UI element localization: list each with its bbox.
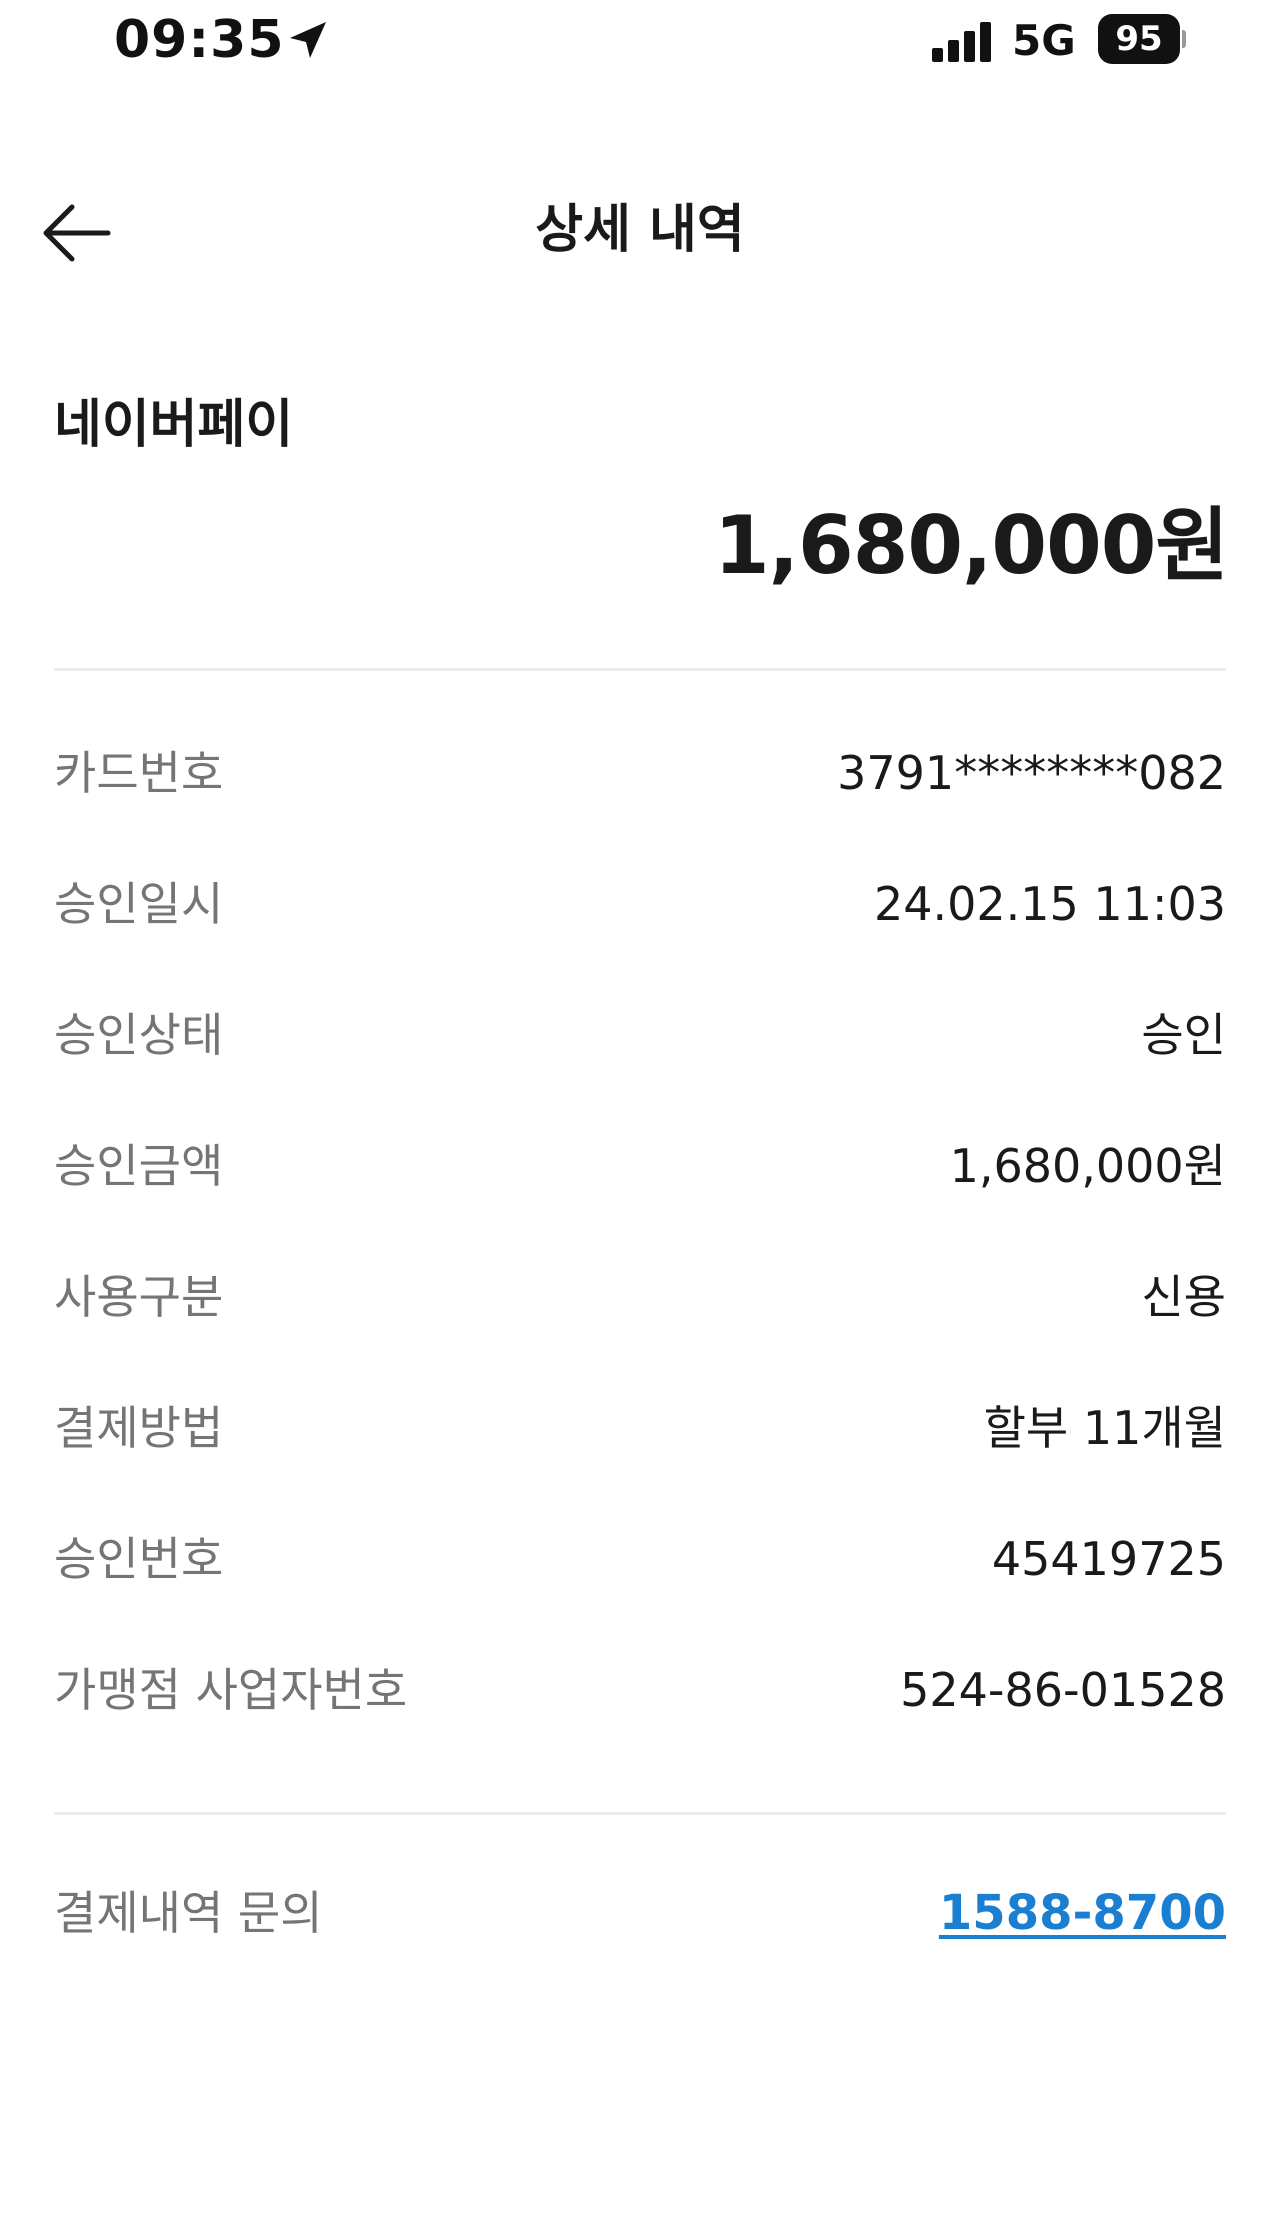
detail-row-approval-amount: 승인금액 1,680,000원 (54, 1133, 1226, 1264)
detail-row-approval-status: 승인상태 승인 (54, 1002, 1226, 1133)
merchant-name: 네이버페이 (54, 395, 294, 455)
detail-label: 카드번호 (54, 746, 224, 800)
divider (54, 668, 1226, 671)
header: 상세 내역 (0, 180, 1280, 280)
detail-row-approval-number: 승인번호 45419725 (54, 1526, 1226, 1657)
detail-label: 결제방법 (54, 1401, 224, 1455)
detail-label: 사용구분 (54, 1270, 224, 1324)
status-bar: 09:35 5G 95 (0, 0, 1280, 90)
signal-bars-icon (930, 20, 996, 62)
network-type: 5G (1012, 16, 1076, 65)
detail-list: 카드번호 3791********082 승인일시 24.02.15 11:03… (54, 740, 1226, 1788)
detail-label: 승인번호 (54, 1532, 224, 1586)
detail-label: 승인금액 (54, 1139, 224, 1193)
battery-tip (1182, 30, 1186, 48)
location-arrow-icon (282, 16, 332, 66)
detail-value: 524-86-01528 (900, 1663, 1226, 1717)
detail-label: 승인일시 (54, 877, 224, 931)
page-title: 상세 내역 (535, 200, 745, 260)
detail-value: 3791********082 (837, 746, 1226, 800)
detail-value: 1,680,000원 (949, 1139, 1226, 1193)
status-time: 09:35 (114, 10, 285, 70)
detail-row-merchant-business-number: 가맹점 사업자번호 524-86-01528 (54, 1657, 1226, 1788)
detail-value: 신용 (1141, 1270, 1226, 1324)
payment-inquiry-row: 결제내역 문의 1588-8700 (54, 1880, 1226, 1946)
inquiry-label: 결제내역 문의 (54, 1886, 323, 1940)
detail-row-card-number: 카드번호 3791********082 (54, 740, 1226, 871)
total-amount: 1,680,000원 (713, 499, 1229, 592)
detail-value: 45419725 (991, 1532, 1226, 1586)
detail-label: 가맹점 사업자번호 (54, 1663, 408, 1717)
detail-row-payment-method: 결제방법 할부 11개월 (54, 1395, 1226, 1526)
detail-row-usage-type: 사용구분 신용 (54, 1264, 1226, 1395)
battery-icon: 95 (1098, 14, 1186, 64)
detail-value: 할부 11개월 (983, 1401, 1226, 1455)
detail-label: 승인상태 (54, 1008, 224, 1062)
divider (54, 1812, 1226, 1815)
detail-value: 24.02.15 11:03 (873, 877, 1226, 931)
detail-row-approval-datetime: 승인일시 24.02.15 11:03 (54, 871, 1226, 1002)
detail-value: 승인 (1141, 1008, 1226, 1062)
inquiry-phone-link[interactable]: 1588-8700 (939, 1880, 1226, 1946)
transaction-detail-screen: 09:35 5G 95 상세 내역 네이버페이 1,680,000원 카드번호 … (0, 0, 1280, 2227)
battery-level: 95 (1098, 14, 1180, 64)
